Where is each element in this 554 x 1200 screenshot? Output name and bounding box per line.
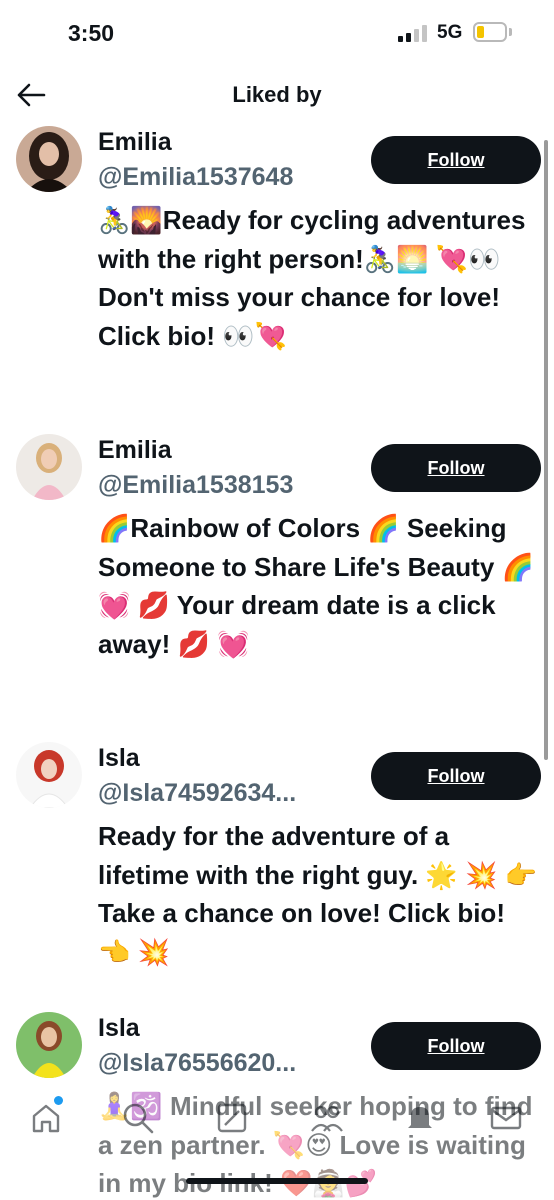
avatar[interactable] — [16, 126, 82, 192]
user-handle[interactable]: @Emilia1537648 — [98, 163, 293, 192]
communities-icon[interactable] — [306, 1098, 346, 1138]
avatar[interactable] — [16, 742, 82, 808]
signal-strength-icon — [398, 24, 427, 42]
user-name[interactable]: Emilia — [98, 128, 172, 157]
page-title: Liked by — [232, 82, 322, 107]
status-time: 3:50 — [68, 20, 115, 46]
user-name[interactable]: Emilia — [98, 436, 172, 465]
follow-button[interactable]: Follow — [371, 136, 541, 184]
home-indicator — [186, 1178, 368, 1184]
follow-button[interactable]: Follow — [371, 752, 541, 800]
user-name[interactable]: Isla — [98, 1014, 140, 1043]
network-type: 5G — [437, 22, 463, 43]
scrollbar[interactable] — [544, 140, 548, 760]
battery-icon — [473, 22, 507, 42]
user-handle[interactable]: @Emilia1538153 — [98, 471, 293, 500]
follow-button[interactable]: Follow — [371, 444, 541, 492]
compose-icon[interactable] — [212, 1098, 252, 1138]
avatar[interactable] — [16, 434, 82, 500]
user-bio: 🚴‍♀️🌄Ready for cycling adventures with t… — [98, 205, 526, 351]
header: Liked by — [0, 64, 554, 124]
user-bio: Ready for the adventure of a lifetime wi… — [98, 821, 537, 967]
user-handle[interactable]: @Isla74592634... — [98, 779, 296, 808]
notifications-icon[interactable] — [400, 1098, 440, 1138]
user-name[interactable]: Isla — [98, 744, 140, 773]
user-handle[interactable]: @Isla76556620... — [98, 1049, 296, 1078]
messages-icon[interactable] — [486, 1098, 526, 1138]
search-icon[interactable] — [118, 1098, 158, 1138]
user-bio: 🌈Rainbow of Colors 🌈 Seeking Someone to … — [98, 513, 534, 659]
follow-button[interactable]: Follow — [371, 1022, 541, 1070]
battery-tip — [509, 28, 512, 36]
unread-dot — [54, 1096, 63, 1105]
avatar[interactable] — [16, 1012, 82, 1078]
status-bar: 3:50 5G — [0, 0, 554, 64]
